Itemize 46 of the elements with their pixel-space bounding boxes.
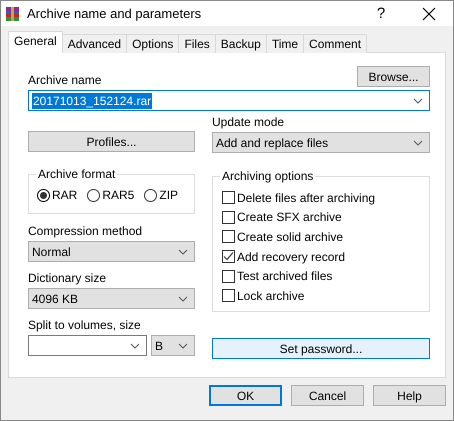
chevron-icon: [130, 342, 140, 348]
chevron-icon: [413, 140, 423, 146]
archive-name-field[interactable]: 20171013_152124.rar: [28, 90, 430, 111]
unit-dropdown[interactable]: B: [151, 335, 195, 356]
check-icon: [223, 251, 234, 262]
dialog-button[interactable]: Help: [373, 385, 446, 406]
checkbox[interactable]: Add recovery record: [222, 246, 429, 266]
tab[interactable]: Comment: [303, 34, 368, 53]
field-label: Split to volumes, size: [28, 318, 142, 332]
checkbox[interactable]: Create solid archive: [222, 227, 429, 247]
chevron-icon: [178, 296, 188, 302]
window-title: Archive name and parameters: [27, 6, 202, 21]
field-label: Dictionary size: [28, 271, 108, 285]
radio-button[interactable]: ZIP: [144, 188, 178, 202]
checkbox[interactable]: Test archived files: [222, 266, 429, 286]
close-icon[interactable]: [422, 6, 436, 20]
tab[interactable]: Time: [266, 34, 304, 53]
field-label: Update mode: [212, 115, 286, 129]
dialog-button[interactable]: OK: [209, 385, 282, 406]
tab[interactable]: Options: [126, 34, 180, 53]
tab[interactable]: Backup: [214, 34, 267, 53]
radio-button[interactable]: RAR: [37, 188, 78, 202]
tab[interactable]: Files: [178, 34, 216, 53]
checkbox[interactable]: Create SFX archive: [222, 208, 429, 228]
volume-size-field[interactable]: [28, 335, 147, 356]
dialog-button[interactable]: Cancel: [291, 385, 364, 406]
chevron-icon: [413, 98, 423, 104]
set-password-button[interactable]: Set password...: [212, 338, 430, 359]
books-icon: [5, 6, 21, 22]
checkbox[interactable]: Lock archive: [222, 286, 429, 306]
tab[interactable]: General: [8, 31, 63, 53]
dictionary-dropdown[interactable]: 4096 KB: [28, 288, 195, 309]
field-label: Archive name: [28, 73, 102, 87]
compression-dropdown[interactable]: Normal: [28, 241, 195, 262]
browse-button[interactable]: Browse...: [357, 66, 430, 87]
help-button[interactable]: ?: [358, 5, 404, 22]
profiles-button[interactable]: Profiles...: [28, 131, 195, 152]
checkbox[interactable]: Delete files after archiving: [222, 188, 429, 208]
tab[interactable]: Advanced: [62, 34, 128, 53]
update-mode-dropdown[interactable]: Add and replace files: [212, 132, 430, 153]
group-title: Archiving options: [220, 169, 316, 183]
field-label: Compression method: [28, 224, 144, 238]
chevron-icon: [178, 248, 188, 254]
radio-button[interactable]: RAR5: [87, 188, 134, 202]
group-title: Archive format: [36, 167, 118, 181]
chevron-icon: [178, 342, 188, 348]
